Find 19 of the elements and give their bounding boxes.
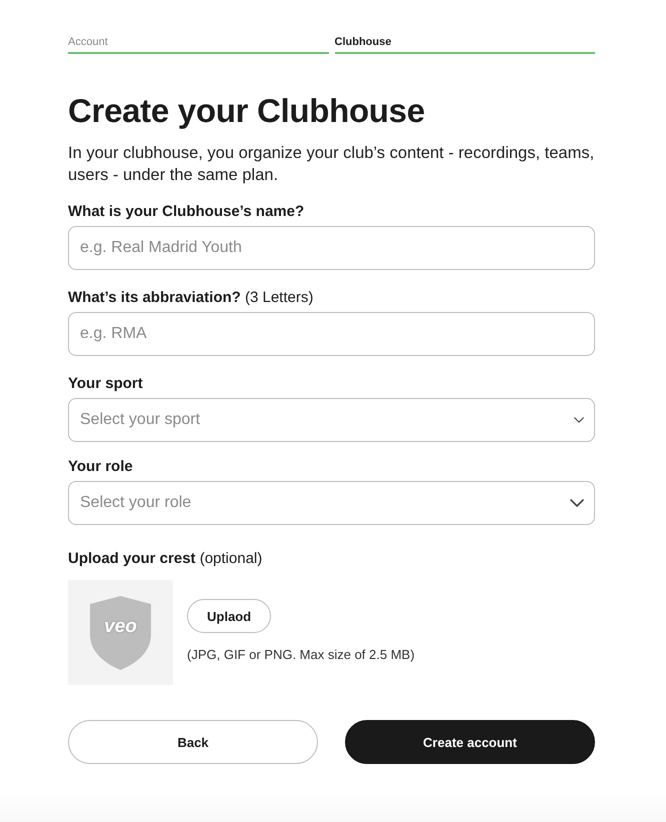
chevron-down-icon [574,417,584,423]
text-input[interactable]: e.g. Real Madrid Youth [68,226,595,270]
field-label: Your sport [68,375,144,392]
crest-logo: veo [104,616,137,638]
field-label: Your role [68,458,134,475]
upload-hint: (JPG, GIF or PNG. Max size of 2.5 MB) [187,647,415,662]
step-tab[interactable]: Account [68,36,328,54]
field-label: What is your Clubhouse’s name? [68,203,306,220]
page-title: Create your Clubhouse [68,91,426,131]
step-tab[interactable]: Clubhouse [334,36,595,54]
shield-icon [90,596,151,670]
text-input[interactable]: e.g. RMA [68,312,595,356]
chevron-down-icon [570,499,584,507]
field-label: What’s its abbraviation? (3 Letters) [68,289,314,306]
create-account-button[interactable]: Create account [345,720,595,764]
upload-label: Upload your crest (optional) [68,550,264,567]
back-button[interactable]: Back [68,720,318,764]
description: In your clubhouse, you organize your club’s content - recordings, teams, users - under the same plan. [68,143,595,186]
upload-button[interactable]: Uplaod [187,599,272,633]
